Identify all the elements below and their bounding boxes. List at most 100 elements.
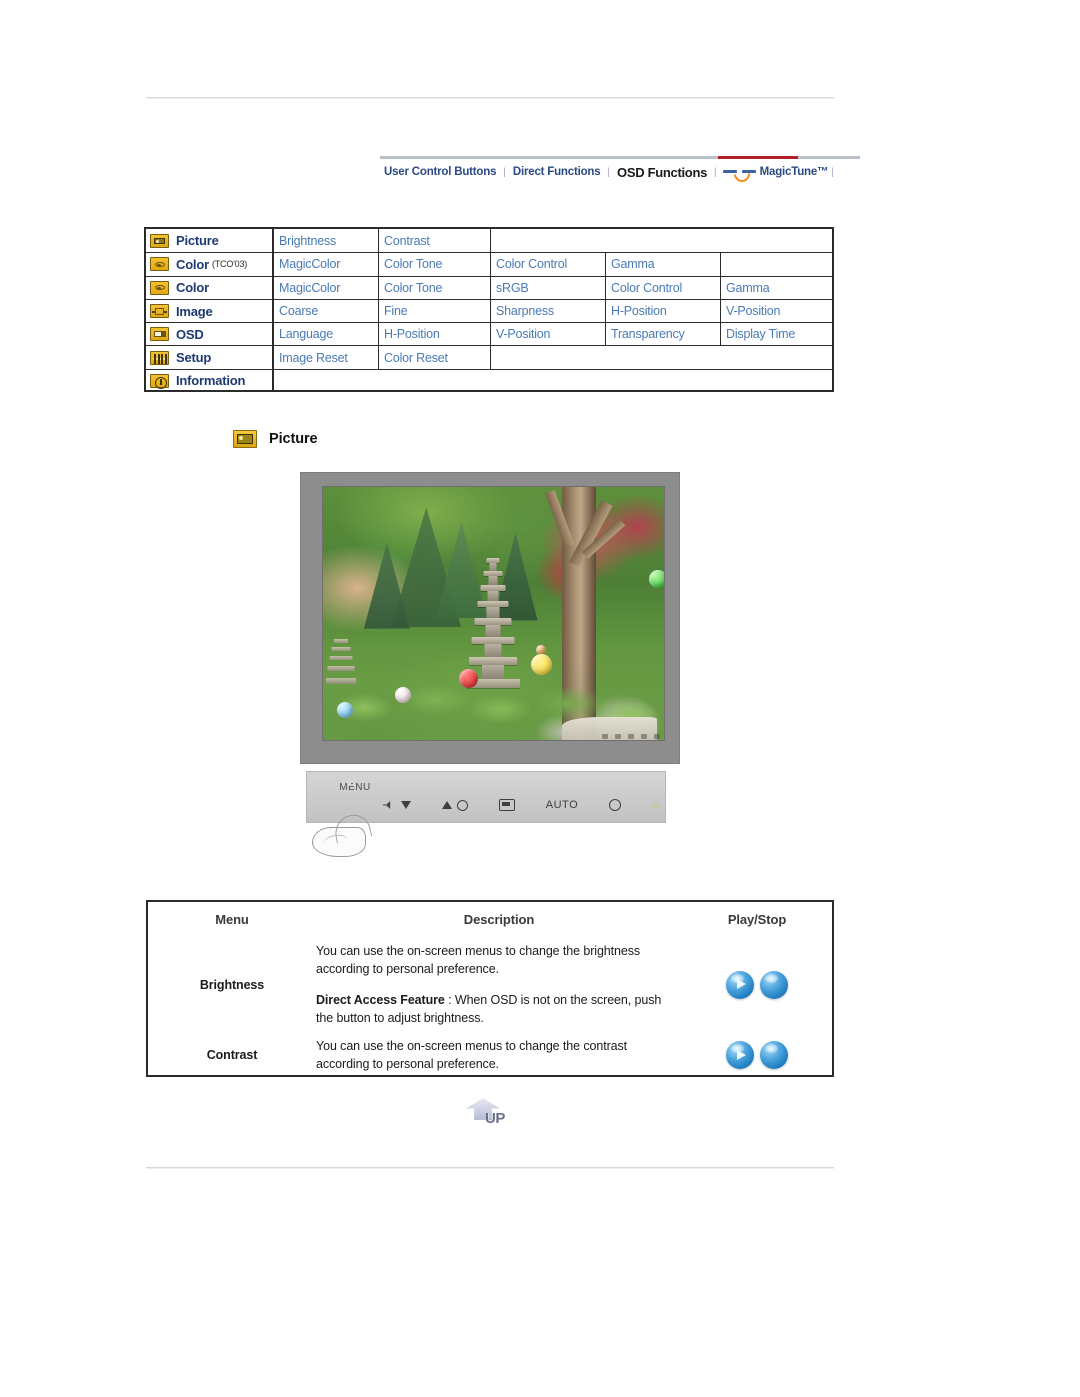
osd-category-color[interactable]: Color xyxy=(146,276,274,299)
osd-item-gamma[interactable]: Gamma xyxy=(606,253,721,276)
column-header-description: Description xyxy=(463,911,535,927)
page-root: User Control Buttons | Direct Functions … xyxy=(0,0,1080,1397)
monitor-figure xyxy=(300,472,680,764)
play-stop-cell xyxy=(682,970,832,999)
osd-row-filler xyxy=(721,253,832,275)
osd-item-transparency[interactable]: Transparency xyxy=(606,323,721,346)
osd-category-color-tco[interactable]: Color (TCO'03) xyxy=(146,253,274,276)
color-icon xyxy=(150,280,169,295)
information-icon xyxy=(150,373,169,389)
osd-row-filler xyxy=(491,346,832,368)
nav-separator: | xyxy=(831,166,834,178)
nav-separator: | xyxy=(607,166,611,178)
osd-row-osd: OSD Language H-Position V-Position Trans… xyxy=(146,322,834,346)
section-heading-picture: Picture xyxy=(233,430,318,448)
screen-osd-marks xyxy=(602,734,660,739)
osd-category-information[interactable]: Information xyxy=(146,369,274,393)
osd-item-display-time[interactable]: Display Time xyxy=(721,323,834,345)
nav-item-magictune[interactable]: MagicTune™ xyxy=(760,166,829,178)
lantern-green xyxy=(648,570,664,589)
osd-category-osd[interactable]: OSD xyxy=(146,323,274,346)
osd-item-magiccolor[interactable]: MagicColor xyxy=(274,253,379,276)
up-button[interactable]: UP xyxy=(464,1098,522,1132)
power-icon[interactable] xyxy=(609,799,622,811)
lantern-white xyxy=(394,686,411,703)
osd-item-color-tone[interactable]: Color Tone xyxy=(379,253,491,276)
osd-item-srgb[interactable]: sRGB xyxy=(491,276,606,299)
play-button[interactable] xyxy=(726,970,754,999)
osd-item-color-tone[interactable]: Color Tone xyxy=(379,276,491,299)
osd-category-setup[interactable]: Setup xyxy=(146,346,274,369)
nav-item-osd-functions[interactable]: OSD Functions xyxy=(613,165,711,180)
osd-item-gamma[interactable]: Gamma xyxy=(721,277,834,299)
osd-category-label: OSD xyxy=(176,326,204,342)
source-icon[interactable] xyxy=(498,799,515,811)
nav-separator: | xyxy=(503,166,506,178)
osd-item-color-control[interactable]: Color Control xyxy=(491,253,606,276)
nav-separator: | xyxy=(714,166,717,178)
osd-item-brightness[interactable]: Brightness xyxy=(274,229,379,253)
paragraph: You can use the on-screen menus to chang… xyxy=(316,943,641,976)
nav-item-direct-functions[interactable]: Direct Functions xyxy=(509,166,605,178)
color-icon xyxy=(150,257,169,272)
osd-category-label: Image xyxy=(176,303,213,319)
table-row: Contrast You can use the on-screen menus… xyxy=(148,1033,832,1077)
osd-category-picture[interactable]: Picture xyxy=(146,229,274,253)
osd-item-h-position[interactable]: H-Position xyxy=(379,323,491,346)
description-table: Menu Description Play/Stop Brightness Yo… xyxy=(146,900,834,1077)
row-description-contrast: You can use the on-screen menus to chang… xyxy=(316,1037,682,1073)
menu-button[interactable]: MENU xyxy=(335,777,375,795)
top-divider xyxy=(146,97,834,99)
osd-icon xyxy=(150,327,169,342)
up-button-label: UP xyxy=(485,1110,505,1127)
osd-item-h-position[interactable]: H-Position xyxy=(606,299,721,323)
osd-item-language[interactable]: Language xyxy=(274,323,379,346)
osd-category-sublabel: (TCO'03) xyxy=(211,259,248,270)
osd-item-image-reset[interactable]: Image Reset xyxy=(274,346,379,369)
osd-item-v-position[interactable]: V-Position xyxy=(721,300,834,322)
column-header-menu: Menu xyxy=(215,911,249,927)
osd-item-sharpness[interactable]: Sharpness xyxy=(491,299,606,323)
osd-row-color: Color MagicColor Color Tone sRGB Color C… xyxy=(146,275,834,299)
osd-row-filler xyxy=(274,370,832,392)
osd-category-label: Color xyxy=(176,256,209,272)
osd-item-magiccolor[interactable]: MagicColor xyxy=(274,276,379,299)
osd-row-filler xyxy=(491,229,832,252)
osd-category-label: Setup xyxy=(176,350,212,366)
picture-icon xyxy=(233,430,257,448)
brightness-icon xyxy=(456,799,468,811)
stop-button[interactable] xyxy=(760,1041,788,1069)
down-arrow-icon xyxy=(401,801,411,809)
play-stop-cell xyxy=(682,1041,832,1069)
row-label-contrast: Contrast xyxy=(206,1048,258,1062)
brightness-up-group[interactable] xyxy=(441,799,468,811)
osd-item-v-position[interactable]: V-Position xyxy=(491,323,606,346)
auto-button-label[interactable]: AUTO xyxy=(546,799,578,811)
osd-category-label: Information xyxy=(176,373,246,389)
nav-items: User Control Buttons | Direct Functions … xyxy=(380,162,837,186)
stop-button[interactable] xyxy=(760,970,788,999)
osd-category-image[interactable]: Image xyxy=(146,299,274,323)
osd-row-color-tco: Color (TCO'03) MagicColor Color Tone Col… xyxy=(146,252,832,276)
lantern-blue xyxy=(336,702,353,719)
table-row: Brightness You can use the on-screen men… xyxy=(148,936,832,1033)
sound-down-group[interactable] xyxy=(383,800,411,810)
osd-item-fine[interactable]: Fine xyxy=(379,299,491,323)
nav-item-user-control-buttons[interactable]: User Control Buttons xyxy=(380,166,500,178)
osd-item-color-reset[interactable]: Color Reset xyxy=(379,346,491,369)
osd-category-label: Color xyxy=(176,280,209,296)
power-led-icon xyxy=(651,802,659,808)
row-label-brightness: Brightness xyxy=(199,977,265,992)
bottom-divider xyxy=(146,1167,834,1169)
osd-item-color-control[interactable]: Color Control xyxy=(606,276,721,299)
hand-illustration xyxy=(312,811,374,863)
paragraph: You can use the on-screen menus to chang… xyxy=(316,1038,628,1071)
picture-icon xyxy=(150,233,169,248)
column-header-play-stop: Play/Stop xyxy=(727,911,787,927)
play-button[interactable] xyxy=(726,1041,754,1069)
osd-item-coarse[interactable]: Coarse xyxy=(274,299,379,323)
osd-item-contrast[interactable]: Contrast xyxy=(379,229,491,253)
osd-row-image: Image Coarse Fine Sharpness H-Position V… xyxy=(146,298,834,323)
osd-row-information: Information xyxy=(146,368,832,393)
osd-row-setup: Setup Image Reset Color Reset xyxy=(146,345,832,369)
